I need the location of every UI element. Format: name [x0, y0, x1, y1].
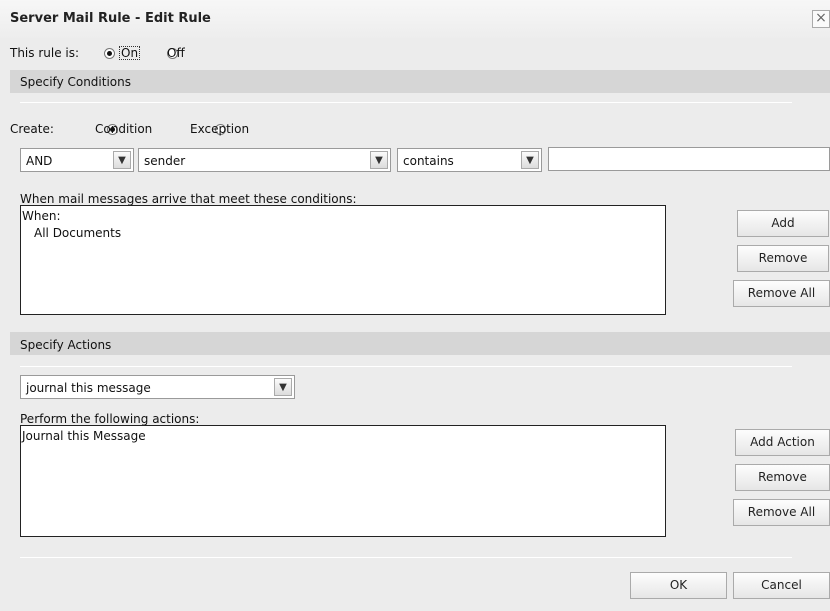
comparison-select[interactable]: contains ▼: [397, 148, 542, 172]
conditions-list[interactable]: When: All Documents: [20, 205, 666, 315]
action-select-value: journal this message: [26, 381, 151, 395]
chevron-down-icon[interactable]: ▼: [274, 378, 292, 396]
add-action-button[interactable]: Add Action: [735, 429, 830, 456]
cancel-button[interactable]: Cancel: [733, 572, 830, 599]
actions-section-title: Specify Actions: [20, 338, 112, 352]
remove-all-conditions-button[interactable]: Remove All: [733, 280, 830, 307]
remove-condition-button[interactable]: Remove: [737, 245, 829, 272]
create-label: Create:: [10, 122, 54, 136]
create-condition-label[interactable]: Condition: [95, 122, 152, 136]
actions-list[interactable]: Journal this Message: [20, 425, 666, 537]
conditions-list-label: When mail messages arrive that meet thes…: [20, 192, 357, 206]
field-select-value: sender: [144, 154, 186, 168]
ok-button[interactable]: OK: [630, 572, 727, 599]
remove-action-button[interactable]: Remove: [735, 464, 830, 491]
close-icon[interactable]: ×: [812, 10, 830, 28]
chevron-down-icon[interactable]: ▼: [521, 151, 539, 169]
chevron-down-icon[interactable]: ▼: [370, 151, 388, 169]
operator-select-value: AND: [26, 154, 53, 168]
conditions-section-bar: [10, 70, 830, 93]
actions-list-label: Perform the following actions:: [20, 412, 200, 426]
actions-section-bar: [10, 332, 830, 355]
chevron-down-icon[interactable]: ▼: [113, 151, 131, 169]
window-title: Server Mail Rule - Edit Rule: [10, 11, 211, 26]
rule-on-radio[interactable]: [104, 48, 115, 59]
actions-divider: [20, 366, 792, 367]
field-select[interactable]: sender ▼: [138, 148, 391, 172]
condition-value-input[interactable]: [548, 147, 830, 171]
comparison-select-value: contains: [403, 154, 454, 168]
list-item[interactable]: When:: [22, 209, 61, 223]
remove-all-actions-button[interactable]: Remove All: [733, 499, 830, 526]
operator-select[interactable]: AND ▼: [20, 148, 134, 172]
rule-status-label: This rule is:: [10, 46, 80, 60]
conditions-divider: [20, 102, 792, 103]
list-item[interactable]: All Documents: [34, 226, 121, 240]
add-condition-button[interactable]: Add: [737, 210, 829, 237]
rule-off-label[interactable]: Off: [167, 46, 185, 60]
action-select[interactable]: journal this message ▼: [20, 375, 295, 399]
footer-divider: [20, 557, 792, 558]
list-item[interactable]: Journal this Message: [22, 429, 146, 443]
conditions-section-title: Specify Conditions: [20, 75, 131, 89]
create-exception-label[interactable]: Exception: [190, 122, 249, 136]
rule-on-label[interactable]: On: [119, 46, 141, 60]
